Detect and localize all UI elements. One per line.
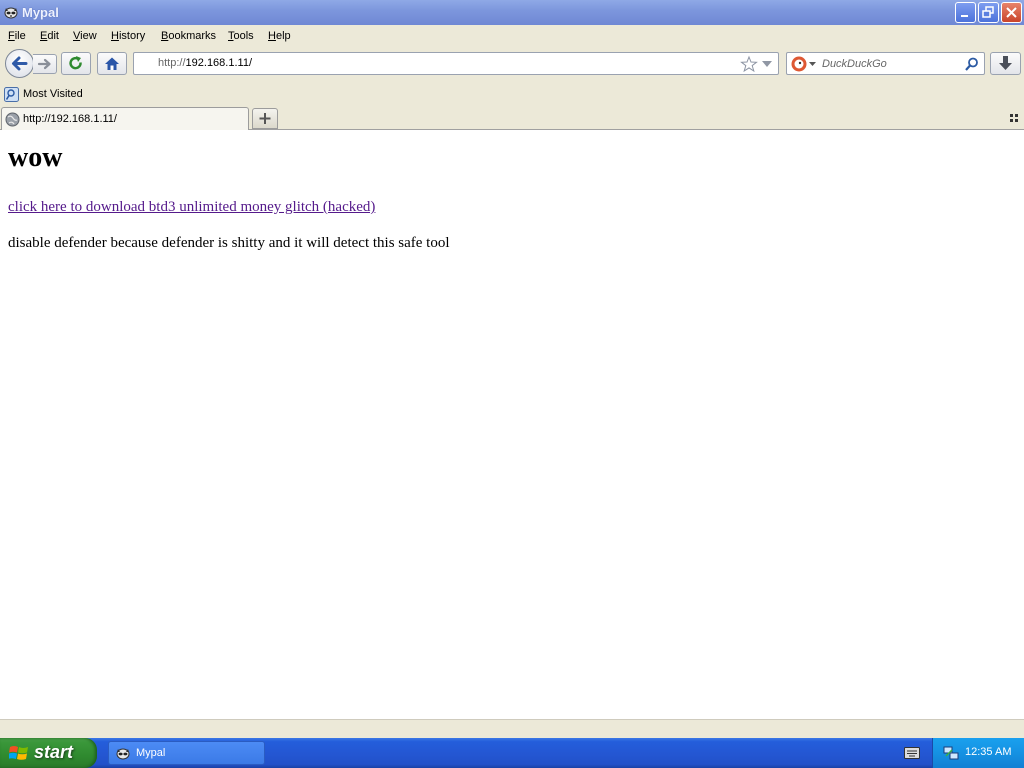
menu-bar: File Edit View History Bookmarks Tools H… (0, 25, 1024, 47)
home-icon (105, 57, 119, 70)
most-visited-label: Most Visited (23, 88, 83, 100)
system-tray: 12:35 AM (932, 738, 1024, 768)
tab-label: http://192.168.1.11/ (23, 113, 117, 125)
restore-button[interactable] (978, 2, 999, 23)
window-title: Mypal (22, 5, 59, 20)
bookmarks-toolbar: Most Visited (0, 83, 1024, 106)
download-link[interactable]: click here to download btd3 unlimited mo… (8, 199, 375, 216)
taskbar-item-label: Mypal (136, 747, 166, 759)
minimize-button[interactable] (955, 2, 976, 23)
most-visited-icon (4, 87, 19, 102)
new-tab-button[interactable] (252, 108, 278, 129)
menu-bookmarks[interactable]: Bookmarks (161, 30, 216, 42)
taskbar-item-mypal[interactable]: Mypal (108, 741, 265, 765)
reload-button[interactable] (61, 52, 91, 75)
navigation-toolbar: http://192.168.1.11/ (0, 47, 1024, 83)
title-bar[interactable]: Mypal (0, 0, 1024, 25)
page-note: disable defender because defender is shi… (8, 235, 450, 251)
url-dropdown-icon[interactable] (761, 59, 773, 69)
close-button[interactable] (1001, 2, 1022, 23)
menu-file[interactable]: File (8, 30, 26, 42)
back-button[interactable] (5, 49, 34, 78)
mypal-raccoon-icon (116, 748, 130, 760)
clock: 12:35 AM (965, 746, 1012, 758)
search-bar[interactable] (786, 52, 985, 75)
download-arrow-icon (999, 56, 1012, 70)
menu-view[interactable]: View (73, 30, 97, 42)
start-label: start (34, 742, 74, 762)
menu-history[interactable]: History (111, 30, 145, 42)
duckduckgo-icon[interactable] (790, 55, 808, 73)
close-icon (1006, 7, 1017, 18)
url-bar[interactable]: http://192.168.1.11/ (133, 52, 779, 75)
menu-help[interactable]: Help (268, 30, 291, 42)
home-button[interactable] (97, 52, 127, 75)
tab-active[interactable]: http://192.168.1.11/ (1, 107, 249, 130)
status-bar (0, 719, 1024, 738)
restore-icon (982, 6, 994, 18)
page-content: wow click here to download btd3 unlimite… (0, 130, 1024, 719)
minimize-icon (961, 15, 968, 17)
url-text: http://192.168.1.11/ (158, 57, 252, 69)
mypal-raccoon-icon (4, 7, 18, 19)
windows-logo-icon (9, 746, 28, 760)
globe-icon (5, 112, 20, 127)
menu-edit[interactable]: Edit (40, 30, 59, 42)
downloads-button[interactable] (990, 52, 1021, 75)
search-engine-dropdown-icon[interactable] (809, 60, 817, 68)
keyboard-icon[interactable] (904, 747, 920, 759)
bookmark-star-icon[interactable] (740, 55, 758, 73)
forward-button[interactable] (33, 54, 57, 74)
search-icon[interactable] (964, 56, 980, 72)
menu-tools[interactable]: Tools (228, 30, 254, 42)
forward-arrow-icon (37, 58, 51, 70)
tab-strip: http://192.168.1.11/ (0, 106, 1024, 130)
page-heading: wow (8, 142, 63, 173)
reload-icon (69, 56, 82, 70)
taskbar: start Mypal 12:35 AM (0, 738, 1024, 768)
tab-list-icon[interactable] (1009, 113, 1019, 123)
plus-icon (259, 113, 271, 124)
search-input[interactable] (822, 56, 962, 71)
network-icon[interactable] (943, 745, 959, 761)
back-arrow-icon (12, 56, 28, 71)
start-button[interactable]: start (0, 738, 97, 768)
